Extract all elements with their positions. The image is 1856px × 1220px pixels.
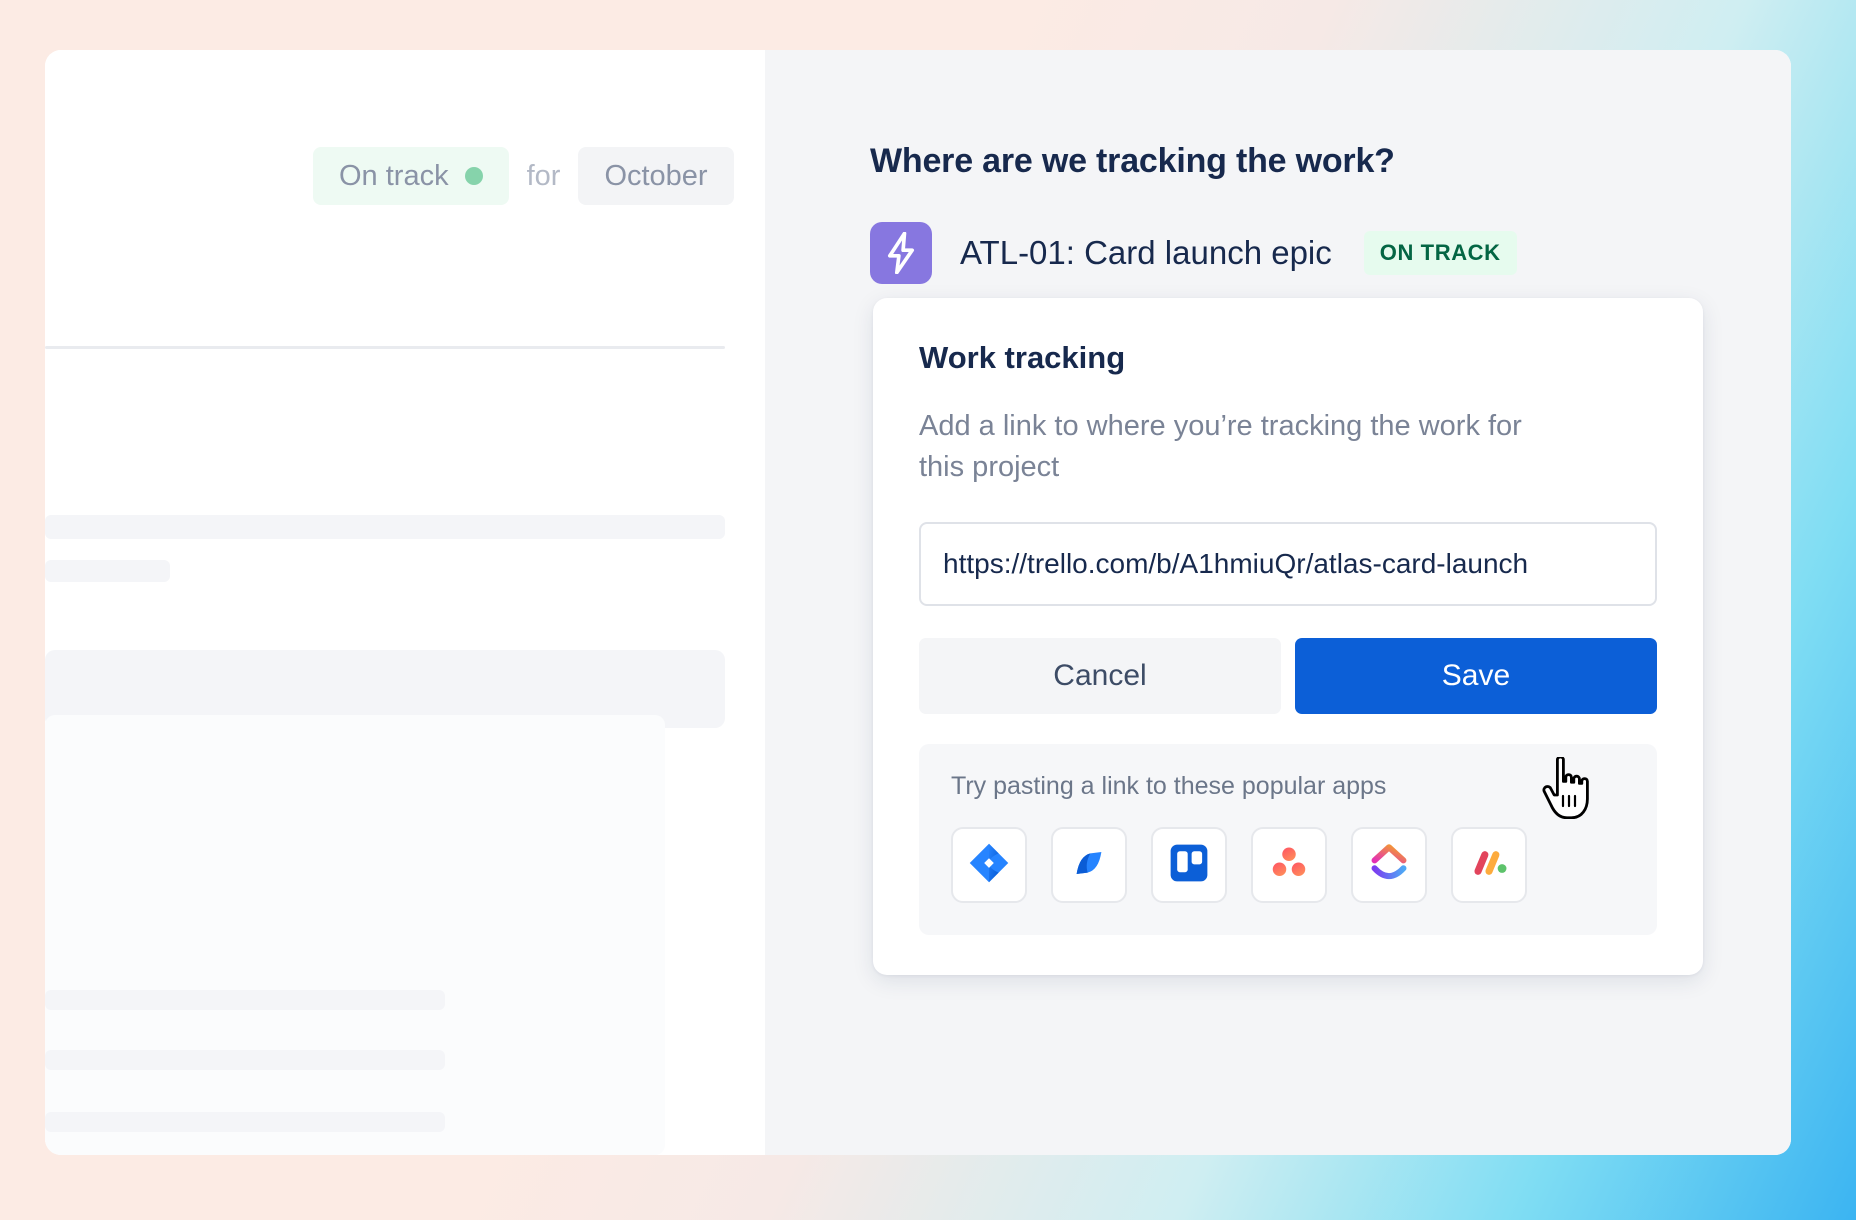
card-title: Work tracking bbox=[919, 340, 1126, 375]
status-row: On track for October bbox=[313, 147, 734, 205]
card-actions: Cancel Save bbox=[919, 638, 1657, 715]
page-background: On track for October Where are we tracki… bbox=[0, 0, 1856, 1220]
app-window: On track for October Where are we tracki… bbox=[45, 50, 1791, 1155]
asana-icon bbox=[1269, 843, 1309, 888]
period-pill-label: October bbox=[604, 159, 708, 192]
status-dot-icon bbox=[464, 167, 483, 185]
cancel-button[interactable]: Cancel bbox=[919, 638, 1281, 715]
left-content-pane: On track for October bbox=[45, 50, 765, 1155]
skeleton-panel bbox=[45, 715, 665, 1155]
monday-icon bbox=[1467, 841, 1511, 890]
skeleton-bar bbox=[45, 560, 170, 582]
for-label: for bbox=[526, 159, 561, 192]
skeleton-bar bbox=[45, 1050, 445, 1070]
jira-product-discovery-icon bbox=[1067, 841, 1111, 890]
work-tracking-card: Work tracking Add a link to where you’re… bbox=[873, 298, 1703, 976]
jira-app-tile[interactable] bbox=[951, 827, 1027, 904]
period-pill-october[interactable]: October bbox=[578, 147, 734, 205]
right-content-pane: Where are we tracking the work? ATL-01: … bbox=[765, 50, 1791, 1155]
monday-app-tile[interactable] bbox=[1451, 827, 1527, 904]
clickup-app-tile[interactable] bbox=[1351, 827, 1427, 904]
jira-product-discovery-app-tile[interactable] bbox=[1051, 827, 1127, 904]
status-badge: ON TRACK bbox=[1363, 231, 1517, 275]
status-pill-label: On track bbox=[339, 159, 449, 192]
page-title: Where are we tracking the work? bbox=[870, 142, 1395, 180]
save-button[interactable]: Save bbox=[1295, 638, 1657, 715]
card-description: Add a link to where you’re tracking the … bbox=[919, 410, 1522, 484]
trello-app-tile[interactable] bbox=[1151, 827, 1227, 904]
popular-apps-section: Try pasting a link to these popular apps bbox=[919, 744, 1657, 936]
skeleton-bar bbox=[45, 990, 445, 1010]
popular-apps-label: Try pasting a link to these popular apps bbox=[951, 772, 1387, 801]
epic-name: ATL-01: Card launch epic bbox=[960, 234, 1332, 271]
trello-icon bbox=[1168, 842, 1210, 889]
work-tracking-url-input[interactable] bbox=[919, 522, 1657, 607]
popular-apps-row bbox=[951, 827, 1625, 904]
epic-row: ATL-01: Card launch epic ON TRACK bbox=[870, 222, 1517, 284]
jira-icon bbox=[967, 841, 1011, 890]
lightning-bolt-icon bbox=[870, 222, 932, 284]
clickup-icon bbox=[1368, 842, 1410, 889]
skeleton-bar bbox=[45, 515, 725, 539]
asana-app-tile[interactable] bbox=[1251, 827, 1327, 904]
skeleton-bar bbox=[45, 1112, 445, 1132]
section-divider bbox=[45, 346, 725, 349]
status-pill-on-track[interactable]: On track bbox=[313, 147, 509, 205]
